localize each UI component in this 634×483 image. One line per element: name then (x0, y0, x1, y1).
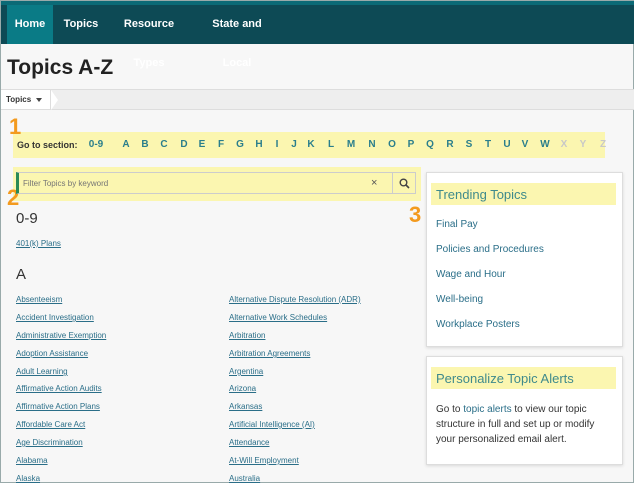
breadcrumb: Topics (1, 89, 634, 110)
topic-link[interactable]: Alternative Dispute Resolution (ADR) (229, 294, 361, 305)
topic-alerts-heading: Personalize Topic Alerts (436, 371, 574, 386)
topic-link[interactable]: Arizona (229, 383, 256, 394)
topic-link[interactable]: Artificial Intelligence (AI) (229, 419, 315, 430)
topic-link[interactable]: Affirmative Action Plans (16, 401, 100, 412)
trending-link-well-being[interactable]: Well-being (436, 294, 483, 306)
section-heading-a: A (16, 266, 27, 283)
topic-link[interactable]: Affirmative Action Audits (16, 383, 102, 394)
section-letter-g[interactable]: G (232, 139, 248, 151)
trending-topics-heading: Trending Topics (436, 187, 528, 202)
page-title: Topics A-Z (7, 56, 114, 79)
section-letter-0-9[interactable]: 0-9 (87, 139, 105, 151)
search-button[interactable] (393, 173, 416, 193)
trending-link-policies[interactable]: Policies and Procedures (436, 244, 544, 256)
section-letter-e[interactable]: E (194, 139, 210, 151)
section-letter-d[interactable]: D (176, 139, 192, 151)
topic-link[interactable]: Adoption Assistance (16, 348, 88, 359)
section-letter-w[interactable]: W (537, 139, 553, 151)
alerts-text-before: Go to (436, 404, 464, 415)
breadcrumb-topics-dropdown[interactable]: Topics (1, 90, 51, 109)
breadcrumb-arrow (51, 90, 58, 110)
topic-link[interactable]: Attendance (229, 437, 269, 448)
topic-alerts-link[interactable]: topic alerts (463, 404, 511, 415)
topic-link[interactable]: Affordable Care Act (16, 419, 85, 430)
topic-link[interactable]: At-Will Employment (229, 455, 299, 466)
topic-link[interactable]: Absenteeism (16, 294, 62, 305)
topic-link[interactable]: Arbitration (229, 330, 265, 341)
topic-link[interactable]: Adult Learning (16, 366, 68, 377)
topic-link[interactable]: Alternative Work Schedules (229, 312, 327, 323)
topic-alerts-card: Personalize Topic Alerts Go to topic ale… (426, 356, 623, 465)
trending-link-final-pay[interactable]: Final Pay (436, 219, 478, 231)
trending-topics-card: Trending Topics Final Pay Policies and P… (426, 172, 623, 347)
section-letter-h[interactable]: H (251, 139, 267, 151)
nav-state-and-local[interactable]: State and Local (197, 5, 277, 69)
section-letter-b[interactable]: B (137, 139, 153, 151)
section-letter-k[interactable]: K (303, 139, 319, 151)
go-to-section-label: Go to section: (17, 140, 78, 150)
annotation-1: 1 (9, 114, 22, 139)
section-letter-j[interactable]: J (286, 139, 302, 151)
top-navigation: Home Topics Resource Types State and Loc… (1, 1, 634, 69)
section-letter-q[interactable]: Q (422, 139, 438, 151)
topic-link[interactable]: Australia (229, 473, 260, 483)
section-letter-x: X (560, 139, 568, 150)
filter-input[interactable] (23, 176, 363, 190)
section-letter-z: Z (599, 139, 607, 150)
section-heading-0-9: 0-9 (16, 210, 38, 227)
section-letter-s[interactable]: S (461, 139, 477, 151)
section-letter-p[interactable]: P (403, 139, 419, 151)
topic-link[interactable]: Arkansas (229, 401, 262, 412)
topic-link[interactable]: Administrative Exemption (16, 330, 106, 341)
section-letter-m[interactable]: M (343, 139, 359, 151)
annotation-3: 3 (409, 202, 422, 227)
section-letter-c[interactable]: C (156, 139, 172, 151)
topic-link[interactable]: Argentina (229, 366, 263, 377)
section-letter-n[interactable]: N (364, 139, 380, 151)
section-letter-l[interactable]: L (323, 139, 339, 151)
clear-icon[interactable]: × (371, 176, 377, 190)
topic-link[interactable]: Age Discrimination (16, 437, 83, 448)
topic-link[interactable]: Arbitration Agreements (229, 348, 310, 359)
trending-link-wage-hour[interactable]: Wage and Hour (436, 269, 506, 281)
section-letter-i[interactable]: I (269, 139, 285, 151)
section-letter-t[interactable]: T (480, 139, 496, 151)
section-letter-y: Y (579, 139, 587, 150)
section-letter-o[interactable]: O (384, 139, 400, 151)
topic-link[interactable]: Accident Investigation (16, 312, 94, 323)
section-letter-f[interactable]: F (213, 139, 229, 151)
search-icon (399, 178, 410, 189)
section-letter-a[interactable]: A (118, 139, 134, 151)
filter-box: × (16, 172, 416, 194)
section-letter-v[interactable]: V (517, 139, 533, 151)
nav-home[interactable]: Home (7, 5, 53, 44)
trending-link-workplace-posters[interactable]: Workplace Posters (436, 319, 520, 331)
topic-link[interactable]: 401(k) Plans (16, 238, 61, 249)
nav-topics[interactable]: Topics (59, 5, 103, 44)
breadcrumb-label: Topics (6, 95, 32, 104)
topic-link[interactable]: Alaska (16, 473, 40, 483)
topic-alerts-text: Go to topic alerts to view our topic str… (436, 402, 616, 447)
nav-resource-types[interactable]: Resource Types (109, 5, 189, 69)
section-letter-r[interactable]: R (442, 139, 458, 151)
topic-link[interactable]: Alabama (16, 455, 48, 466)
caret-down-icon (36, 98, 42, 102)
section-letter-u[interactable]: U (499, 139, 515, 151)
